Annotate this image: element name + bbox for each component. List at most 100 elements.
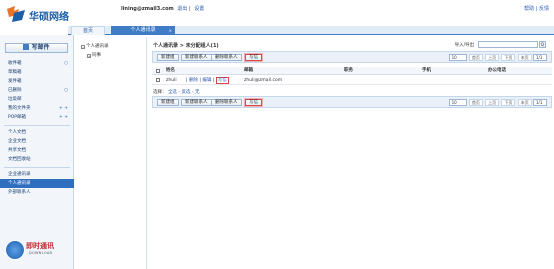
tree-item-label: 同事	[92, 53, 101, 58]
table-header: 姓名 邮箱 职务 手机 办公电话	[152, 67, 552, 75]
prev-page-button[interactable]: 上页	[485, 54, 500, 61]
sidebar-item-personal-contacts[interactable]: 个人通讯录	[0, 179, 74, 188]
add-folder-icon[interactable]: + +	[59, 104, 68, 113]
first-page-button[interactable]: 首页	[468, 54, 483, 61]
page-index-select[interactable]: 1/1	[533, 99, 547, 106]
next-page-button[interactable]: 下页	[501, 99, 516, 106]
select-all-checkbox[interactable]	[156, 69, 160, 73]
column-header-job[interactable]: 职务	[344, 67, 353, 75]
expand-icon[interactable]: +	[87, 54, 91, 58]
delete-contact-button[interactable]: 删除联系人	[211, 54, 242, 61]
write-mail-button[interactable]: 写邮件	[5, 43, 68, 53]
first-page-button[interactable]: 首页	[468, 99, 483, 106]
search-input[interactable]	[477, 41, 538, 48]
top-links: 帮助 | 反馈	[524, 5, 549, 12]
chat-icon	[5, 240, 25, 260]
page-index-select[interactable]: 1/1	[533, 54, 547, 61]
sidebar-item-external-contacts[interactable]: 外部联系人	[0, 188, 74, 197]
sidebar-item-label: 企业文档	[8, 139, 26, 144]
sidebar-item-label: 收件箱	[8, 61, 22, 66]
tree-item-colleagues[interactable]: +同事	[87, 52, 101, 58]
sidebar-item-personal-docs[interactable]: 个人文档	[0, 128, 74, 137]
sidebar-item-drafts[interactable]: 草稿箱	[0, 68, 74, 77]
help-link[interactable]: 帮助	[524, 6, 534, 12]
promo-subtitle: DOWNLOAD	[29, 251, 53, 255]
last-page-button[interactable]: 末页	[517, 54, 532, 61]
tab-home[interactable]: 首页	[71, 26, 105, 35]
sidebar-item-doc-recycle[interactable]: 文档回收站	[0, 155, 74, 164]
action-divider: |	[186, 78, 188, 83]
divider	[4, 167, 70, 168]
sidebar-item-label: 垃圾邮	[8, 97, 22, 102]
new-group-button[interactable]: 新建组	[157, 54, 179, 61]
column-header-email[interactable]: 邮箱	[244, 67, 253, 75]
new-contact-button[interactable]: 新建联系人	[181, 54, 212, 61]
contact-email[interactable]: zhuli@zmail.com	[244, 76, 282, 85]
close-icon[interactable]: ×	[169, 26, 172, 35]
edit-link[interactable]: 编辑	[202, 78, 211, 83]
sidebar-item-label: 个人通讯录	[8, 181, 31, 186]
delete-link[interactable]: 删除	[189, 78, 198, 83]
sidebar-item-inbox[interactable]: 收件箱 ○	[0, 59, 74, 68]
contact-name[interactable]: zhuli	[166, 76, 177, 85]
invert-selection-link[interactable]: 反选	[181, 90, 190, 95]
import-export-bar: 导入/导出 Q	[455, 41, 546, 48]
action-divider: |	[212, 78, 215, 83]
column-header-mobile[interactable]: 手机	[422, 67, 431, 75]
refresh-icon[interactable]: ○	[64, 59, 68, 68]
import-export-link[interactable]: 导入/导出	[455, 43, 475, 48]
column-header-name[interactable]: 姓名	[166, 67, 175, 75]
sidebar-item-company-contacts[interactable]: 企业通讯录	[0, 170, 74, 179]
select-none-link[interactable]: 无	[195, 90, 200, 95]
sidebar-item-spam[interactable]: 垃圾邮	[0, 95, 74, 104]
row-checkbox[interactable]	[156, 78, 160, 82]
pager: 10 首页 上页 下页 末页 1/1	[448, 54, 547, 61]
write-mail-label: 写邮件	[31, 44, 50, 51]
tab-personal-contacts[interactable]: 个人通讯录 ×	[111, 26, 175, 35]
sidebar-item-label: 我的文件夹	[8, 106, 31, 111]
add-pop-icon[interactable]: + +	[59, 113, 68, 122]
sidebar-item-company-docs[interactable]: 企业文档	[0, 137, 74, 146]
divider	[4, 125, 70, 126]
im-download-promo[interactable]: 即时通讯 DOWNLOAD	[3, 238, 71, 264]
next-page-button[interactable]: 下页	[501, 54, 516, 61]
sidebar-item-pop-mailbox[interactable]: POP邮箱 + +	[0, 113, 74, 122]
sidebar-item-label: 共享文档	[8, 148, 26, 153]
header: 华硕网络 lining@zmail3.com 退出 | 设置 帮助 | 反馈	[0, 0, 554, 26]
page-size-select[interactable]: 10	[448, 54, 467, 61]
sidebar-item-label: 个人文档	[8, 130, 26, 135]
search-icon[interactable]: Q	[539, 41, 546, 48]
brand-name: 华硕网络	[29, 12, 69, 23]
new-contact-button[interactable]: 新建联系人	[181, 99, 212, 106]
action-divider: |	[199, 78, 201, 83]
write-link[interactable]: 写信	[215, 77, 229, 84]
write-letter-button[interactable]: 写信	[244, 53, 263, 62]
table-row[interactable]: zhuli | 删除 | 编辑 | 写信 zhuli@zmail.com	[152, 76, 552, 85]
collapse-icon[interactable]: −	[81, 45, 85, 49]
sidebar-item-shared-docs[interactable]: 共享文档	[0, 146, 74, 155]
settings-link[interactable]: 设置	[194, 6, 204, 12]
logout-link[interactable]: 退出	[177, 6, 187, 12]
column-header-office-phone[interactable]: 办公电话	[488, 67, 506, 75]
page-size-select[interactable]: 10	[448, 99, 467, 106]
feedback-link[interactable]: 反馈	[539, 6, 549, 12]
pager: 10 首页 上页 下页 末页 1/1	[448, 99, 547, 106]
brand-logo[interactable]: 华硕网络	[5, 5, 105, 23]
page-title: 个人通讯录 > 未分配组人(1)	[153, 43, 219, 49]
sidebar-item-label: 草稿箱	[8, 70, 22, 75]
delete-contact-button[interactable]: 删除联系人	[211, 99, 242, 106]
tree-item-personal-contacts[interactable]: −个人通讯录	[81, 43, 109, 49]
last-page-button[interactable]: 末页	[517, 99, 532, 106]
sidebar-item-deleted[interactable]: 已删除 ○	[0, 86, 74, 95]
write-letter-button[interactable]: 写信	[244, 98, 263, 107]
select-all-link[interactable]: 全选	[168, 90, 177, 95]
pen-icon	[23, 44, 30, 50]
new-group-button[interactable]: 新建组	[157, 99, 179, 106]
prev-page-button[interactable]: 上页	[485, 99, 500, 106]
link-divider: |	[188, 6, 191, 12]
contact-group-tree: −个人通讯录 +同事	[77, 38, 147, 269]
empty-icon[interactable]: ○	[64, 86, 68, 95]
sidebar-item-sent[interactable]: 发件箱	[0, 77, 74, 86]
sidebar-item-label: 已删除	[8, 88, 22, 93]
sidebar-item-my-folders[interactable]: 我的文件夹 + +	[0, 104, 74, 113]
